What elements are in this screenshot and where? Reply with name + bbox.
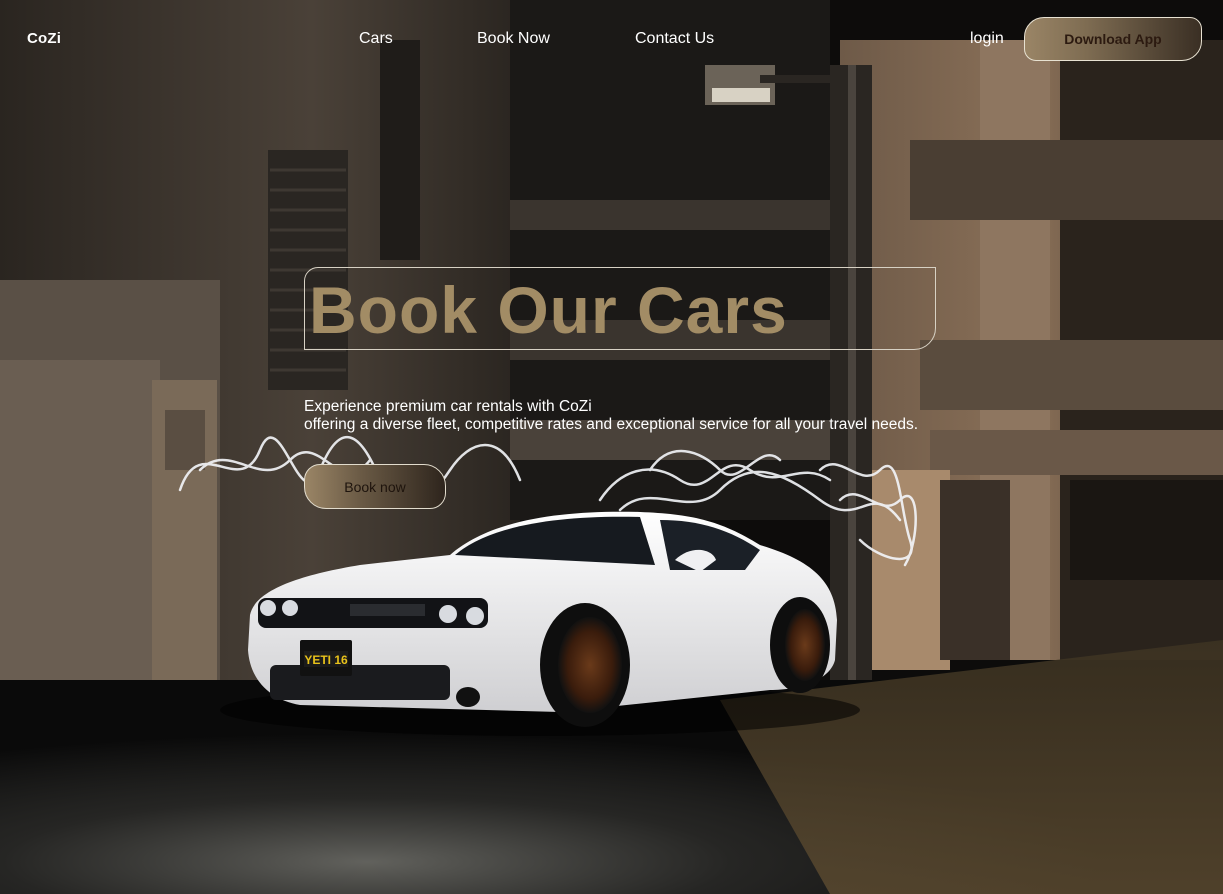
- download-app-button[interactable]: Download App: [1024, 17, 1202, 61]
- nav-link-book-now[interactable]: Book Now: [477, 30, 550, 48]
- hero-description: Experience premium car rentals with CoZi…: [304, 398, 964, 434]
- top-navbar: CoZi Cars Book Now Contact Us login Down…: [0, 0, 1223, 80]
- nav-link-contact-us[interactable]: Contact Us: [635, 30, 714, 48]
- hero-title-frame: Book Our Cars: [304, 267, 936, 350]
- hero-description-line-2: offering a diverse fleet, competitive ra…: [304, 416, 919, 433]
- book-now-button[interactable]: Book now: [304, 464, 446, 509]
- hero-background-image: YETI 16: [0, 0, 1223, 894]
- login-link[interactable]: login: [970, 30, 1004, 48]
- hero-description-line-1: Experience premium car rentals with CoZi: [304, 398, 592, 415]
- license-plate-text: YETI 16: [304, 653, 348, 667]
- landing-page: YETI 16 CoZi Cars Book Now Contact Us lo…: [0, 0, 1223, 894]
- hero-title: Book Our Cars: [309, 273, 788, 347]
- nav-link-cars[interactable]: Cars: [359, 30, 393, 48]
